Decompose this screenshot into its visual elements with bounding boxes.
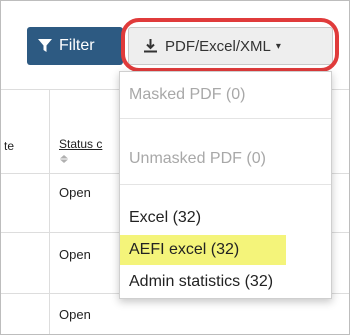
sort-icon[interactable]	[59, 155, 69, 163]
funnel-icon	[38, 39, 52, 52]
column-header-date[interactable]: te	[4, 139, 14, 153]
export-menu: Masked PDF (0) Unmasked PDF (0) Excel (3…	[119, 71, 332, 299]
app-frame: Filter PDF/Excel/XML ▾ te Status c Open …	[0, 0, 350, 335]
filter-button-label: Filter	[59, 37, 95, 54]
menu-item-excel[interactable]: Excel (32)	[120, 203, 331, 233]
menu-item-aefi-excel[interactable]: AEFI excel (32)	[120, 235, 286, 265]
table-row-status: Open	[59, 307, 91, 322]
export-button-label: PDF/Excel/XML	[165, 37, 271, 55]
table-row-status: Open	[59, 185, 91, 200]
menu-item-masked-pdf[interactable]: Masked PDF (0)	[120, 80, 331, 110]
menu-item-admin-statistics[interactable]: Admin statistics (32)	[120, 267, 331, 297]
table-row-status: Open	[59, 247, 91, 262]
menu-separator	[120, 118, 331, 119]
column-header-status[interactable]: Status c	[59, 137, 102, 151]
filter-button[interactable]: Filter	[27, 27, 123, 65]
menu-separator	[120, 184, 331, 185]
column-divider	[49, 89, 50, 334]
chevron-down-icon: ▾	[275, 40, 281, 52]
menu-item-unmasked-pdf[interactable]: Unmasked PDF (0)	[120, 144, 331, 174]
export-dropdown-button[interactable]: PDF/Excel/XML ▾	[128, 27, 333, 65]
download-icon	[144, 39, 157, 53]
